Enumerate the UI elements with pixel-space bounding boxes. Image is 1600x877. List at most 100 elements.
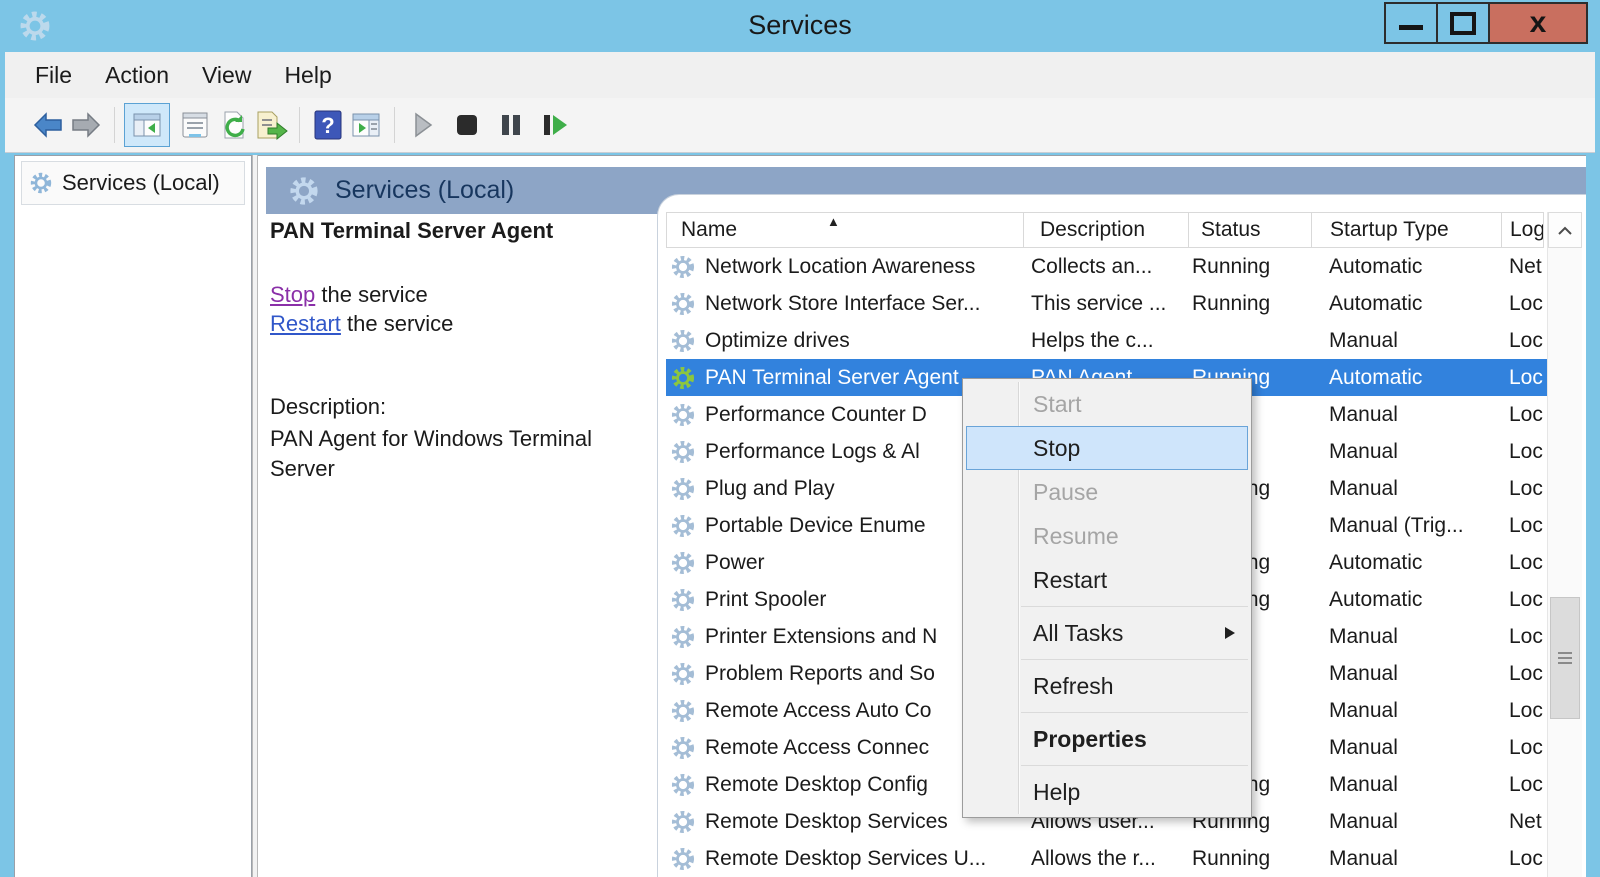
list-header-row: Name ▲ Description Status Startup Type L… — [666, 212, 1544, 248]
service-gear-icon — [670, 402, 696, 428]
properties-icon — [182, 112, 208, 138]
services-node-icon — [29, 171, 53, 195]
table-row[interactable]: Remote Desktop Services U... Allows the … — [666, 840, 1548, 877]
service-gear-icon — [670, 550, 696, 576]
context-menu-item-start: Start — [1033, 391, 1082, 417]
vertical-scrollbar[interactable] — [1547, 212, 1582, 877]
context-menu: Start Stop Pause Resume Restart All Tasks Refr… — [962, 378, 1252, 818]
services-panel: Services (Local) PAN Terminal Server Age… — [258, 155, 1586, 877]
context-menu-separator — [963, 708, 1251, 717]
table-row[interactable]: Network Store Interface Ser... This serv… — [666, 285, 1548, 322]
export-list-button[interactable] — [252, 105, 290, 145]
context-menu-item-restart[interactable]: Restart — [963, 558, 1251, 602]
stop-service-button[interactable] — [448, 105, 486, 145]
toolbar: ? — [5, 98, 1595, 153]
svg-text:?: ? — [321, 113, 334, 138]
title-bar: Services x — [0, 0, 1600, 52]
console-tree-icon — [133, 113, 161, 137]
chevron-up-icon — [1558, 226, 1572, 235]
selected-service-name: PAN Terminal Server Agent — [270, 218, 554, 243]
service-gear-icon — [670, 624, 696, 650]
context-menu-item-pause: Pause — [1033, 479, 1099, 505]
service-task-links: Stop the service Restart the service — [270, 280, 453, 338]
context-menu-item-properties[interactable]: Properties — [963, 717, 1251, 761]
column-header-startup-type[interactable]: Startup Type — [1312, 213, 1502, 247]
context-menu-item-all-tasks[interactable]: All Tasks — [963, 611, 1251, 655]
refresh-button[interactable] — [214, 105, 252, 145]
stop-service-link[interactable]: Stop — [270, 282, 315, 307]
forward-arrow-icon — [72, 112, 101, 138]
service-gear-icon — [670, 587, 696, 613]
column-header-status[interactable]: Status — [1189, 213, 1312, 247]
context-menu-item-help[interactable]: Help — [963, 770, 1251, 814]
maximize-button[interactable] — [1436, 2, 1490, 44]
start-service-button[interactable] — [404, 105, 442, 145]
table-row[interactable]: Network Location Awareness Collects an..… — [666, 248, 1548, 285]
context-menu-separator — [963, 761, 1251, 770]
start-icon — [415, 112, 433, 138]
menu-view[interactable]: View — [202, 62, 251, 89]
refresh-icon — [224, 111, 245, 139]
minimize-button[interactable] — [1384, 2, 1438, 44]
tree-item-services-local[interactable]: Services (Local) — [21, 161, 245, 205]
service-gear-icon — [670, 698, 696, 724]
service-gear-icon — [670, 735, 696, 761]
services-header-icon — [288, 175, 320, 207]
restart-service-button[interactable] — [536, 105, 574, 145]
description-label: Description: — [270, 394, 387, 419]
show-action-pane-button[interactable] — [347, 105, 385, 145]
export-list-icon — [257, 111, 288, 141]
window-controls: x — [1384, 2, 1588, 44]
sort-ascending-icon: ▲ — [827, 214, 840, 229]
close-button[interactable]: x — [1488, 2, 1588, 44]
help-icon: ? — [314, 110, 342, 140]
window-title: Services — [748, 10, 852, 40]
scroll-thumb-grip — [1558, 651, 1572, 665]
service-gear-icon — [670, 291, 696, 317]
show-console-tree-button[interactable] — [124, 103, 170, 147]
stop-link-suffix: the service — [315, 282, 428, 307]
toolbar-separator — [394, 107, 395, 143]
context-menu-item-refresh[interactable]: Refresh — [963, 664, 1251, 708]
restart-service-link[interactable]: Restart — [270, 311, 341, 336]
back-button[interactable] — [29, 105, 67, 145]
service-gear-icon — [670, 809, 696, 835]
service-gear-icon — [670, 328, 696, 354]
toolbar-separator — [299, 107, 300, 143]
scroll-thumb[interactable] — [1550, 597, 1580, 719]
properties-button[interactable] — [176, 105, 214, 145]
service-gear-icon — [670, 846, 696, 872]
service-gear-icon — [670, 254, 696, 280]
service-gear-icon — [670, 476, 696, 502]
service-description: PAN Agent for Windows Terminal Server — [270, 426, 592, 481]
forward-button[interactable] — [67, 105, 105, 145]
menu-file[interactable]: File — [35, 62, 72, 89]
column-header-log-on-as[interactable]: Log — [1502, 213, 1543, 247]
action-pane-icon — [352, 113, 380, 137]
scroll-up-button[interactable] — [1548, 212, 1582, 248]
toolbar-separator — [114, 107, 115, 143]
back-arrow-icon — [33, 112, 62, 138]
service-gear-icon — [670, 439, 696, 465]
menu-action[interactable]: Action — [105, 62, 169, 89]
service-gear-icon — [670, 661, 696, 687]
context-menu-item-resume: Resume — [1033, 523, 1119, 549]
stop-icon — [457, 115, 477, 135]
pause-service-button[interactable] — [492, 105, 530, 145]
menu-help[interactable]: Help — [284, 62, 331, 89]
table-row[interactable]: Optimize drives Helps the c... Manual Lo… — [666, 322, 1548, 359]
help-button[interactable]: ? — [309, 105, 347, 145]
extended-pane-title: Services (Local) — [335, 176, 515, 204]
menu-bar: File Action View Help — [5, 52, 1595, 99]
column-header-name[interactable]: Name ▲ — [667, 213, 1024, 247]
restart-icon — [544, 115, 567, 135]
console-tree-panel: Services (Local) — [14, 155, 252, 877]
tree-item-label: Services (Local) — [62, 170, 220, 195]
column-header-description[interactable]: Description — [1024, 213, 1189, 247]
context-menu-item-stop[interactable]: Stop — [966, 426, 1248, 470]
minimize-icon — [1399, 24, 1423, 30]
context-menu-separator — [963, 602, 1251, 611]
restart-link-suffix: the service — [340, 311, 454, 336]
service-gear-icon — [670, 513, 696, 539]
maximize-icon — [1450, 11, 1476, 35]
